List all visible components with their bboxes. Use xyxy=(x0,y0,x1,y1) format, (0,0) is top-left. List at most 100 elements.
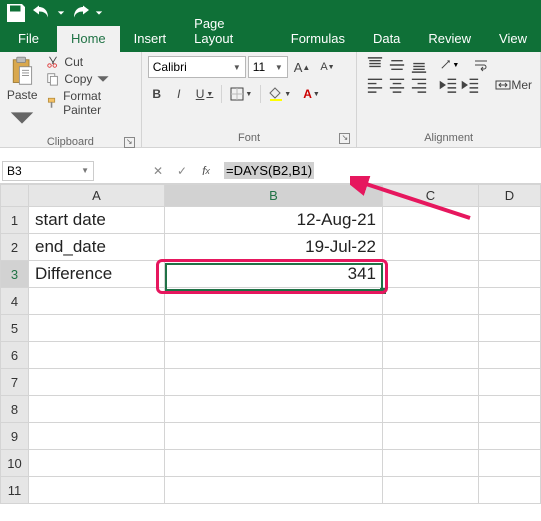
font-size-select[interactable]: 11 ▼ xyxy=(248,56,288,78)
decrease-font-icon[interactable]: A▼ xyxy=(316,57,338,77)
cell[interactable] xyxy=(383,396,479,423)
tab-home[interactable]: Home xyxy=(57,26,120,52)
cell[interactable] xyxy=(165,396,383,423)
cut-button[interactable]: Cut xyxy=(44,54,136,70)
row-header[interactable]: 9 xyxy=(1,423,29,450)
cell[interactable] xyxy=(29,450,165,477)
align-bottom-icon[interactable] xyxy=(409,56,429,74)
row-header[interactable]: 4 xyxy=(1,288,29,315)
orientation-icon[interactable]: ▼ xyxy=(439,56,459,74)
column-header-d[interactable]: D xyxy=(479,185,541,207)
cell[interactable] xyxy=(479,423,541,450)
cell-a1[interactable]: start date xyxy=(29,207,165,234)
increase-indent-icon[interactable] xyxy=(461,76,481,94)
wrap-text-icon[interactable] xyxy=(473,56,489,74)
tab-formulas[interactable]: Formulas xyxy=(277,26,359,52)
save-icon[interactable] xyxy=(4,2,28,24)
cell[interactable] xyxy=(383,477,479,504)
cell[interactable] xyxy=(29,423,165,450)
underline-button[interactable]: U▼ xyxy=(192,84,218,104)
cell-b1[interactable]: 12-Aug-21 xyxy=(165,207,383,234)
row-header[interactable]: 7 xyxy=(1,369,29,396)
row-header[interactable]: 3 xyxy=(1,261,29,288)
increase-font-icon[interactable]: A▲ xyxy=(290,57,315,77)
undo-icon[interactable] xyxy=(30,2,54,24)
undo-dropdown-icon[interactable] xyxy=(56,2,66,24)
cell[interactable] xyxy=(383,423,479,450)
row-header[interactable]: 11 xyxy=(1,477,29,504)
cell-a3[interactable]: Difference xyxy=(29,261,165,288)
cell[interactable] xyxy=(165,342,383,369)
column-header-b[interactable]: B xyxy=(165,185,383,207)
cell-d1[interactable] xyxy=(479,207,541,234)
cell[interactable] xyxy=(383,369,479,396)
row-header[interactable]: 1 xyxy=(1,207,29,234)
tab-insert[interactable]: Insert xyxy=(120,26,181,52)
tab-view[interactable]: View xyxy=(485,26,541,52)
row-header[interactable]: 8 xyxy=(1,396,29,423)
cell[interactable] xyxy=(29,396,165,423)
cell[interactable] xyxy=(383,450,479,477)
tab-page-layout[interactable]: Page Layout xyxy=(180,11,277,52)
bold-button[interactable]: B xyxy=(148,84,166,104)
qat-customize-icon[interactable] xyxy=(94,2,104,24)
paste-button[interactable]: Paste xyxy=(4,54,40,134)
font-launcher-icon[interactable]: ↘ xyxy=(339,133,350,144)
cell[interactable] xyxy=(29,288,165,315)
enter-formula-icon[interactable]: ✓ xyxy=(170,159,194,183)
cell[interactable] xyxy=(479,315,541,342)
merge-center-icon[interactable]: Mer xyxy=(495,76,532,94)
fill-handle[interactable] xyxy=(380,288,386,294)
formula-input[interactable]: =DAYS(B2,B1) xyxy=(218,160,541,181)
cell-d2[interactable] xyxy=(479,234,541,261)
tab-review[interactable]: Review xyxy=(414,26,485,52)
select-all-corner[interactable] xyxy=(1,185,29,207)
cancel-formula-icon[interactable]: ✕ xyxy=(146,159,170,183)
name-box[interactable]: B3 ▼ xyxy=(2,161,94,181)
borders-icon[interactable]: ▼ xyxy=(226,84,256,104)
copy-button[interactable]: Copy xyxy=(44,71,136,87)
cell[interactable] xyxy=(479,288,541,315)
cell-b2[interactable]: 19-Jul-22 xyxy=(165,234,383,261)
tab-file[interactable]: File xyxy=(0,26,57,52)
align-middle-icon[interactable] xyxy=(387,56,407,74)
cell[interactable] xyxy=(383,315,479,342)
fill-color-icon[interactable]: ▼ xyxy=(265,84,295,104)
column-header-a[interactable]: A xyxy=(29,185,165,207)
row-header[interactable]: 2 xyxy=(1,234,29,261)
cell[interactable] xyxy=(383,342,479,369)
cell-b3[interactable]: 341 xyxy=(165,261,383,288)
align-left-icon[interactable] xyxy=(365,76,385,94)
cell[interactable] xyxy=(165,477,383,504)
row-header[interactable]: 5 xyxy=(1,315,29,342)
italic-button[interactable]: I xyxy=(170,84,188,104)
decrease-indent-icon[interactable] xyxy=(439,76,459,94)
tab-data[interactable]: Data xyxy=(359,26,414,52)
cell[interactable] xyxy=(165,315,383,342)
cell[interactable] xyxy=(165,288,383,315)
cell[interactable] xyxy=(479,477,541,504)
format-painter-button[interactable]: Format Painter xyxy=(44,88,136,118)
font-color-icon[interactable]: A▼ xyxy=(299,84,324,104)
fx-icon[interactable]: fx xyxy=(194,159,218,183)
cell[interactable] xyxy=(479,369,541,396)
row-header[interactable]: 6 xyxy=(1,342,29,369)
cell[interactable] xyxy=(29,369,165,396)
cell[interactable] xyxy=(165,369,383,396)
align-top-icon[interactable] xyxy=(365,56,385,74)
clipboard-launcher-icon[interactable]: ↘ xyxy=(124,137,135,148)
cell[interactable] xyxy=(383,288,479,315)
cell-c1[interactable] xyxy=(383,207,479,234)
cell[interactable] xyxy=(479,396,541,423)
cell[interactable] xyxy=(479,450,541,477)
cell[interactable] xyxy=(29,477,165,504)
align-right-icon[interactable] xyxy=(409,76,429,94)
cell-c3[interactable] xyxy=(383,261,479,288)
align-center-icon[interactable] xyxy=(387,76,407,94)
cell[interactable] xyxy=(165,450,383,477)
cell-d3[interactable] xyxy=(479,261,541,288)
column-header-c[interactable]: C xyxy=(383,185,479,207)
cell[interactable] xyxy=(479,342,541,369)
cell[interactable] xyxy=(165,423,383,450)
cell[interactable] xyxy=(29,315,165,342)
